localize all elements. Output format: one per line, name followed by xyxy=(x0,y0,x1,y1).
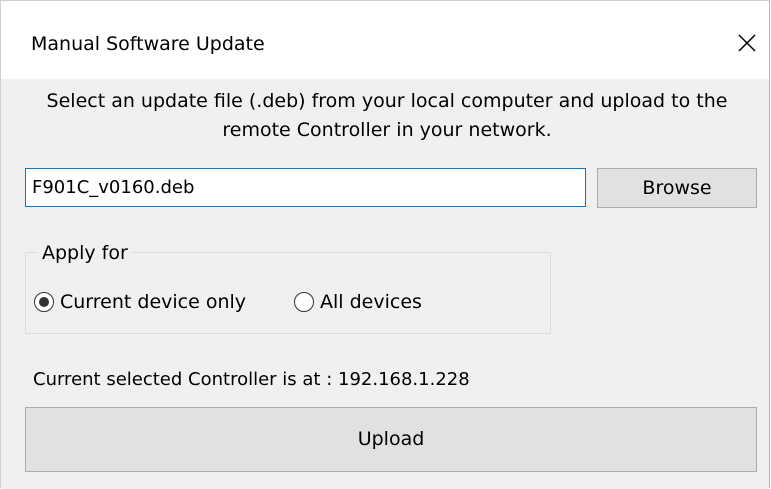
title-bar: Manual Software Update xyxy=(1,1,769,79)
radio-all-devices[interactable]: All devices xyxy=(294,287,422,317)
radio-current-device-only[interactable]: Current device only xyxy=(34,287,246,317)
window-title: Manual Software Update xyxy=(31,33,265,55)
dialog-body: Select an update file (.deb) from your l… xyxy=(1,79,769,489)
update-dialog: Manual Software Update Select an update … xyxy=(0,0,770,489)
radio-dot-icon xyxy=(39,297,49,307)
upload-button[interactable]: Upload xyxy=(25,407,757,472)
radio-label-current-device: Current device only xyxy=(60,291,247,313)
close-icon xyxy=(738,34,756,52)
description-text: Select an update file (.deb) from your l… xyxy=(46,90,728,141)
apply-for-group: Apply for Current device only All device… xyxy=(25,240,551,334)
file-path-input[interactable] xyxy=(25,168,586,207)
close-button[interactable] xyxy=(725,21,769,65)
radio-label-all-devices: All devices xyxy=(320,291,422,313)
controller-address-text: Current selected Controller is at : 192.… xyxy=(33,369,470,390)
radio-selected-icon xyxy=(34,292,54,312)
apply-for-legend: Apply for xyxy=(38,240,132,266)
browse-button[interactable]: Browse xyxy=(597,168,757,208)
radio-unselected-icon xyxy=(294,292,314,312)
